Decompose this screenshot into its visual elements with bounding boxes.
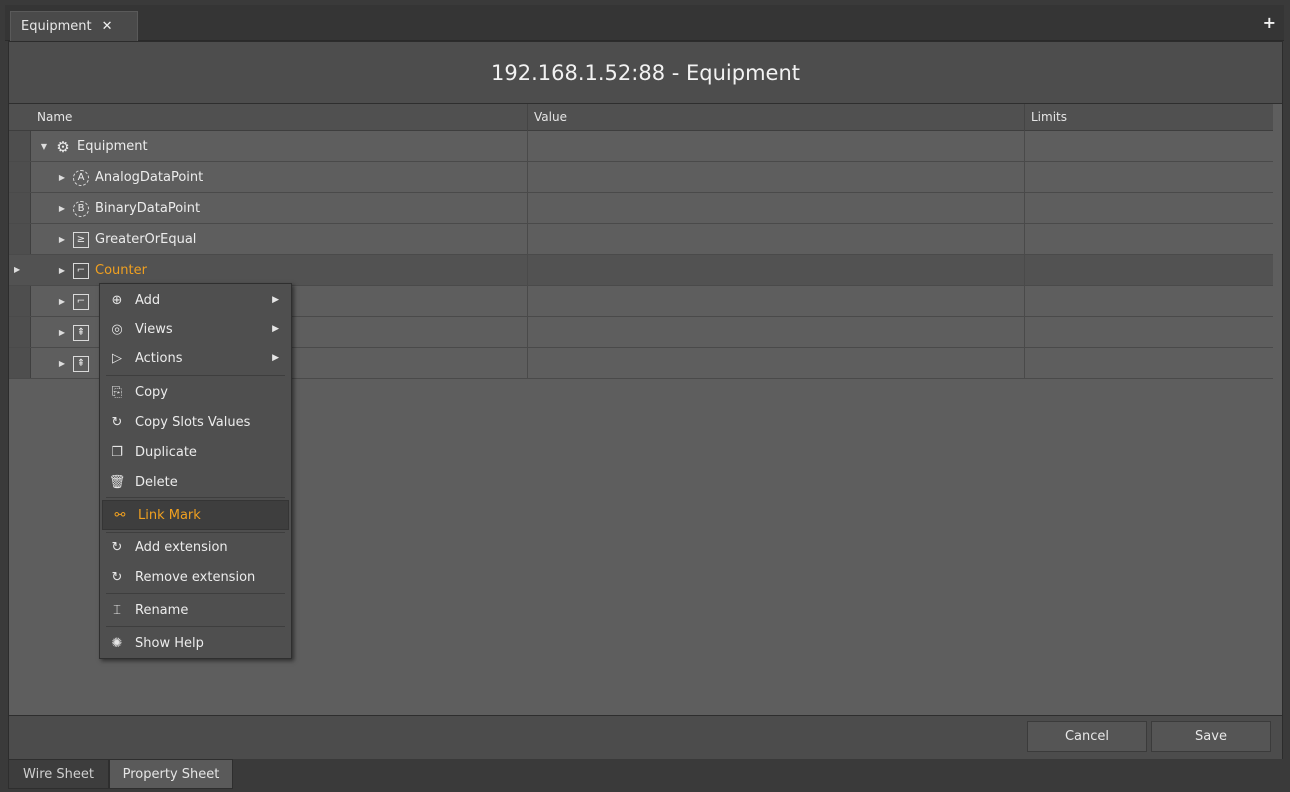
gear-icon: ⚙ <box>56 137 70 156</box>
menu-item-copy-slots-values[interactable]: ↻ Copy Slots Values <box>100 407 291 437</box>
expand-caret-icon[interactable]: ▶ <box>57 204 67 213</box>
footer-bar: Cancel Save <box>9 715 1282 759</box>
table-row[interactable]: ▼ ⚙ Equipment <box>9 131 1273 162</box>
rename-icon: ⌶ <box>113 602 121 618</box>
tree-node-label: GreaterOrEqual <box>95 232 197 247</box>
menu-separator <box>106 375 285 376</box>
expand-caret-icon[interactable]: ▶ <box>57 328 67 337</box>
collapse-caret-icon[interactable]: ▼ <box>39 142 49 151</box>
submenu-arrow-icon: ▶ <box>272 295 279 305</box>
menu-item-label: Copy <box>135 384 168 400</box>
menu-separator <box>106 593 285 594</box>
eye-icon: ◎ <box>111 321 123 337</box>
close-icon[interactable]: ✕ <box>102 19 113 34</box>
play-circle-icon: ▷ <box>112 350 122 366</box>
add-icon: ⊕ <box>111 292 123 308</box>
menu-item-add[interactable]: ⊕ Add ▶ <box>100 285 291 315</box>
menu-item-label: Remove extension <box>135 569 256 585</box>
tree-node-label: AnalogDataPoint <box>95 170 204 185</box>
trash-icon: 🗑 <box>108 474 126 490</box>
menu-item-label: Link Mark <box>138 507 201 523</box>
menu-item-label: Rename <box>135 602 189 618</box>
view-tabs: Wire Sheet Property Sheet <box>8 759 1283 790</box>
add-tab-icon[interactable]: + <box>1263 13 1276 32</box>
block-icon: ⇞ <box>73 355 89 372</box>
table-row[interactable]: ▶ ≥ GreaterOrEqual <box>9 224 1273 255</box>
menu-separator <box>106 626 285 627</box>
counter-icon: ⌐ <box>73 262 89 279</box>
tree-node-label: Equipment <box>77 139 148 154</box>
analog-point-icon: A <box>73 169 89 186</box>
column-header-name[interactable]: Name <box>31 104 527 131</box>
menu-item-duplicate[interactable]: ❐ Duplicate <box>100 437 291 467</box>
tab-label: Equipment <box>21 19 92 34</box>
column-header-value[interactable]: Value <box>527 104 1024 131</box>
spinner-icon: ↻ <box>111 414 123 430</box>
expand-caret-icon[interactable]: ▶ <box>57 266 67 275</box>
duplicate-icon: ❐ <box>111 444 123 460</box>
menu-item-label: Copy Slots Values <box>135 414 251 430</box>
menu-item-label: Actions <box>135 350 183 366</box>
expand-caret-icon[interactable]: ▶ <box>57 173 67 182</box>
link-icon: ⚯ <box>114 507 126 523</box>
binary-point-icon: B <box>73 200 89 217</box>
spinner-icon: ↻ <box>111 539 123 555</box>
submenu-arrow-icon: ▶ <box>272 353 279 363</box>
menu-item-actions[interactable]: ▷ Actions ▶ <box>100 343 291 373</box>
menu-item-rename[interactable]: ⌶ Rename <box>100 595 291 625</box>
row-indicator-icon: ▶ <box>14 265 21 274</box>
menu-item-label: Duplicate <box>135 444 197 460</box>
menu-item-views[interactable]: ◎ Views ▶ <box>100 314 291 344</box>
submenu-arrow-icon: ▶ <box>272 324 279 334</box>
tab-property-sheet[interactable]: Property Sheet <box>109 759 233 789</box>
counter-icon: ⌐ <box>73 293 89 310</box>
menu-separator <box>106 497 285 498</box>
spinner-icon: ↻ <box>111 569 123 585</box>
menu-item-label: Add <box>135 292 161 308</box>
page-title: 192.168.1.52:88 - Equipment <box>9 42 1282 104</box>
tab-equipment[interactable]: Equipment ✕ <box>10 11 138 41</box>
menu-item-label: Delete <box>135 474 178 490</box>
menu-item-copy[interactable]: ⎘ Copy <box>100 377 291 407</box>
tree-node-label: Counter <box>95 263 147 278</box>
save-button[interactable]: Save <box>1151 721 1271 752</box>
menu-item-label: Views <box>135 321 173 337</box>
menu-item-label: Add extension <box>135 539 228 555</box>
table-row[interactable]: ▶ B BinaryDataPoint <box>9 193 1273 224</box>
expand-caret-icon[interactable]: ▶ <box>57 297 67 306</box>
column-header-limits[interactable]: Limits <box>1024 104 1273 131</box>
lightbulb-icon: ✺ <box>111 635 123 651</box>
greater-equal-icon: ≥ <box>73 231 89 248</box>
table-row[interactable]: ▶ A AnalogDataPoint <box>9 162 1273 193</box>
expand-caret-icon[interactable]: ▶ <box>57 359 67 368</box>
table-row-selected[interactable]: ▶ ▶ ⌐ Counter <box>9 255 1273 286</box>
expand-caret-icon[interactable]: ▶ <box>57 235 67 244</box>
context-menu: ⊕ Add ▶ ◎ Views ▶ ▷ Actions ▶ ⎘ Copy ↻ C… <box>99 283 292 659</box>
menu-item-add-extension[interactable]: ↻ Add extension <box>100 532 291 562</box>
tab-wire-sheet[interactable]: Wire Sheet <box>8 759 109 789</box>
menu-item-label: Show Help <box>135 635 204 651</box>
menu-item-show-help[interactable]: ✺ Show Help <box>100 628 291 658</box>
block-icon: ⇞ <box>73 324 89 341</box>
copy-icon: ⎘ <box>111 384 123 400</box>
tree-node-label: BinaryDataPoint <box>95 201 201 216</box>
menu-item-link-mark[interactable]: ⚯ Link Mark <box>102 500 289 530</box>
document-tab-bar: Equipment ✕ + <box>5 5 1284 41</box>
menu-item-delete[interactable]: 🗑 Delete <box>100 467 291 497</box>
menu-item-remove-extension[interactable]: ↻ Remove extension <box>100 562 291 592</box>
table-header: Name Value Limits <box>9 104 1273 131</box>
cancel-button[interactable]: Cancel <box>1027 721 1147 752</box>
